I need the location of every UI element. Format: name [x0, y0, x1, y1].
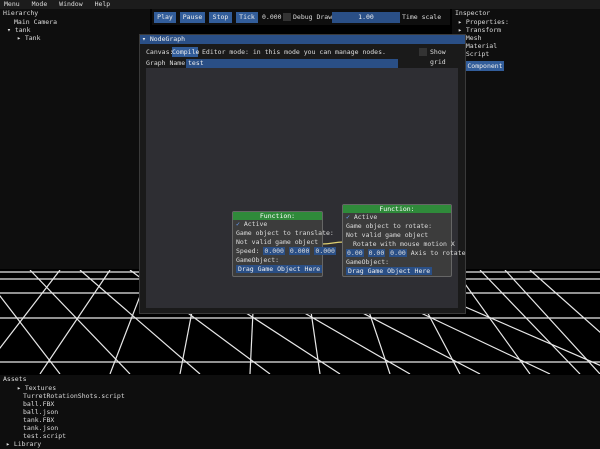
speed-row: Speed: 0.000 0.000 0.000: [233, 247, 336, 256]
hierarchy-title: Hierarchy: [3, 9, 39, 17]
show-grid-checkbox[interactable]: [419, 48, 427, 56]
node-label-target: Game object to translate:: [236, 229, 334, 237]
collapse-arrow-icon[interactable]: ▸: [17, 34, 25, 42]
collapse-arrow-icon[interactable]: ▸: [458, 26, 466, 34]
asset-item[interactable]: ball.FBX: [0, 400, 600, 408]
pause-button[interactable]: Pause: [180, 12, 205, 23]
time-scale-label: Time scale: [402, 13, 442, 21]
node-label-invalid: Not valid game object: [346, 231, 429, 239]
menu-bar: Menu Mode Window Help: [0, 0, 600, 9]
inspector-item-label: Transform: [465, 26, 502, 34]
node-header: Function:: [233, 212, 322, 220]
axis-y-field[interactable]: 0.00: [367, 249, 386, 257]
active-label: Active: [353, 213, 378, 221]
asset-item[interactable]: tank.FBX: [0, 416, 600, 424]
collapse-arrow-icon[interactable]: ▾: [142, 35, 150, 43]
inspector-title: Inspector: [455, 9, 491, 17]
menu-item-menu[interactable]: Menu: [4, 0, 20, 9]
hierarchy-panel: Hierarchy Main Camera ▾ tank ▸ Tank: [0, 9, 150, 269]
inspector-transform[interactable]: ▸ Transform: [452, 26, 600, 34]
menu-item-mode[interactable]: Mode: [32, 0, 48, 9]
hierarchy-item-tank[interactable]: ▾ tank: [0, 26, 150, 34]
hierarchy-item-label: tank: [14, 26, 31, 34]
node-label-invalid: Not valid game object: [236, 238, 319, 246]
nodegraph-title: NodeGraph: [149, 35, 186, 43]
nodegraph-window: ▾ NodeGraph Canvas: Compile Editor mode:…: [139, 34, 466, 314]
hierarchy-item-label: Main Camera: [14, 18, 58, 26]
asset-item[interactable]: tank.json: [0, 424, 600, 432]
debug-draw-label: Debug Draw: [293, 13, 333, 21]
play-button[interactable]: Play: [154, 12, 176, 23]
rotate-mouse-label: Rotate with mouse motion X: [353, 240, 455, 248]
function-node-rotate[interactable]: Function: ✓ Active Game object to rotate…: [342, 204, 466, 277]
asset-folder-library[interactable]: ▸ Library: [0, 440, 600, 448]
axis-row: 0.00 0.00 0.00 Axis to rotate: [343, 249, 466, 258]
hierarchy-item-label: Tank: [24, 34, 41, 42]
inspector-panel: Inspector ▸ Properties: ▸ Transform ▸ Me…: [452, 9, 600, 269]
speed-y-field[interactable]: 0.000: [288, 247, 311, 255]
check-icon: ✓: [346, 213, 350, 221]
tick-button[interactable]: Tick: [236, 12, 258, 23]
compile-button[interactable]: Compile: [172, 47, 199, 57]
time-readout: 0.000: [262, 13, 282, 21]
menu-item-help[interactable]: Help: [95, 0, 111, 9]
speed-label: Speed:: [236, 247, 260, 255]
editor-mode-text: Editor mode: in this mode you can manage…: [202, 48, 386, 56]
inspector-material[interactable]: ▸ Material: [452, 42, 600, 50]
gameobject-label: GameObject:: [236, 256, 280, 264]
add-component-button[interactable]: Component: [466, 61, 504, 71]
collapse-arrow-icon[interactable]: ▸: [458, 18, 466, 26]
drag-gameobject-slot[interactable]: Drag Game Object Here: [346, 267, 433, 275]
asset-item[interactable]: TurretRotationShots.script: [0, 392, 600, 400]
play-toolbar: Play Pause Stop Tick 0.000 Debug Draw 1.…: [152, 9, 450, 25]
active-label: Active: [243, 220, 268, 228]
canvas-label: Canvas:: [146, 48, 174, 56]
stop-button[interactable]: Stop: [209, 12, 232, 23]
graph-name-input[interactable]: test: [186, 59, 398, 68]
inspector-mesh[interactable]: ▸ Mesh: [452, 34, 600, 42]
asset-item[interactable]: test.script: [0, 432, 600, 440]
inspector-script[interactable]: ▸ Script: [452, 50, 600, 58]
time-scale-slider[interactable]: 1.00: [332, 12, 400, 23]
drag-gameobject-slot[interactable]: Drag Game Object Here: [236, 265, 323, 273]
inspector-item-label: Script: [465, 50, 490, 58]
node-header: Function:: [343, 205, 451, 213]
asset-folder-textures[interactable]: ▸ Textures: [0, 384, 600, 392]
asset-item[interactable]: ball.json: [0, 408, 600, 416]
collapse-arrow-icon[interactable]: ▸: [17, 384, 25, 392]
menu-item-window[interactable]: Window: [59, 0, 82, 9]
axis-z-field[interactable]: 0.00: [389, 249, 407, 257]
asset-item-label: Library: [13, 440, 42, 448]
speed-z-field[interactable]: 0.000: [314, 247, 336, 255]
collapse-arrow-icon[interactable]: ▸: [6, 440, 14, 448]
assets-panel: Assets ▸ Textures TurretRotationShots.sc…: [0, 375, 600, 449]
axis-x-field[interactable]: 0.00: [346, 249, 364, 257]
check-icon: ✓: [236, 220, 240, 228]
active-toggle[interactable]: ✓ Active: [233, 220, 322, 229]
hierarchy-item-main-camera[interactable]: Main Camera: [0, 18, 150, 26]
hierarchy-item-tank-child[interactable]: ▸ Tank: [0, 34, 150, 42]
inspector-properties[interactable]: ▸ Properties:: [452, 18, 600, 26]
function-node-translate[interactable]: Function: ✓ Active Game object to transl…: [232, 211, 336, 277]
active-toggle[interactable]: ✓ Active: [343, 213, 451, 222]
expand-arrow-icon[interactable]: ▾: [7, 26, 15, 34]
axis-label: Axis to rotate: [410, 249, 466, 257]
inspector-item-label: Mesh: [465, 34, 482, 42]
show-grid-label: Show grid: [430, 48, 446, 66]
assets-title: Assets: [3, 375, 27, 383]
inspector-item-label: Properties:: [465, 18, 509, 26]
node-canvas[interactable]: Function: ✓ Active Game object to transl…: [146, 68, 466, 308]
debug-draw-checkbox[interactable]: [283, 13, 291, 21]
node-connection-line: [321, 241, 345, 245]
nodegraph-titlebar[interactable]: ▾ NodeGraph: [140, 35, 465, 44]
speed-x-field[interactable]: 0.000: [263, 247, 285, 255]
gameobject-label: GameObject:: [346, 258, 390, 266]
inspector-item-label: Material: [465, 42, 498, 50]
node-label-target: Game object to rotate:: [346, 222, 433, 230]
asset-item-label: Textures: [24, 384, 57, 392]
graph-name-label: Graph Name:: [146, 59, 190, 67]
